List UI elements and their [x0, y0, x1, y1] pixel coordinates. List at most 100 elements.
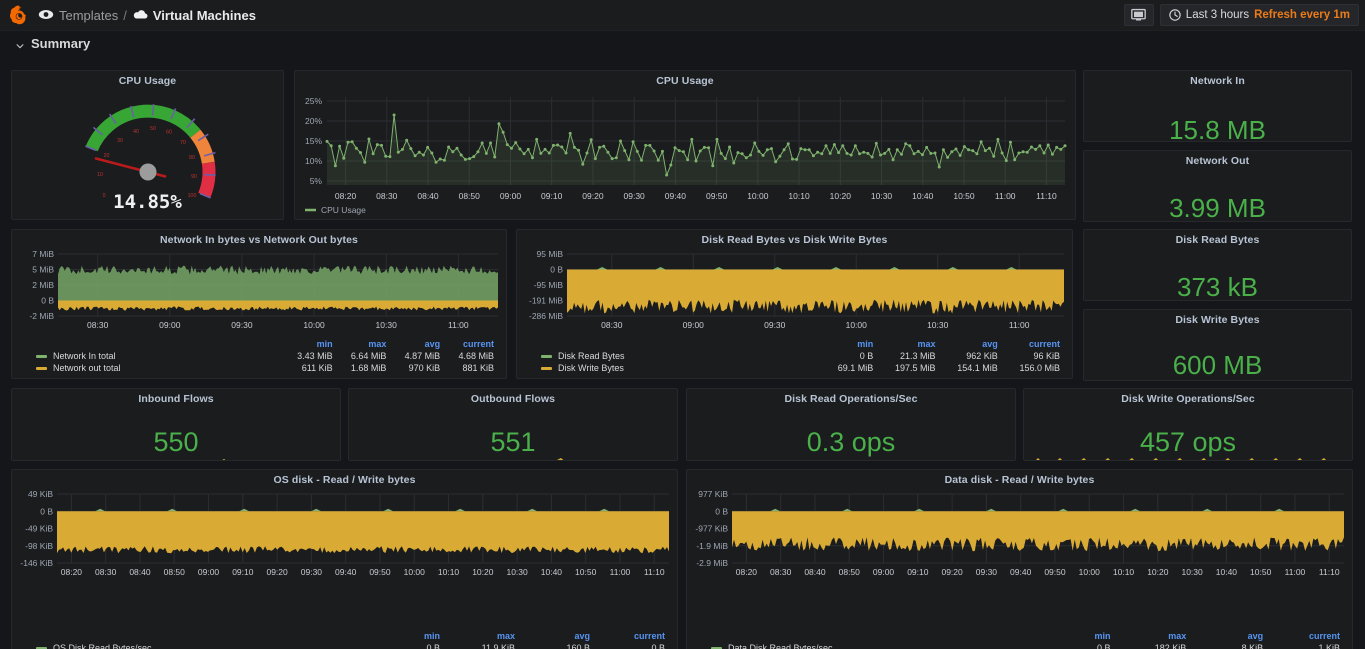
legend-min-value: 0 B [859, 351, 874, 361]
svg-text:20%: 20% [305, 116, 322, 126]
legend-color-swatch [541, 367, 552, 371]
legend-row[interactable]: OS Disk Read Bytes/sec 0 B 11.9 KiB 160 B 0 … [20, 642, 669, 649]
svg-text:09:30: 09:30 [624, 191, 646, 201]
legend-header-max[interactable]: max [1115, 630, 1191, 642]
svg-text:-191 MiB: -191 MiB [529, 296, 563, 306]
panel-disk-write-ops[interactable]: Disk Write Operations/Sec 457 ops [1023, 388, 1353, 461]
legend-row[interactable]: Disk Write Bytes 69.1 MiB 197.5 MiB 154.1 M… [525, 362, 1064, 374]
svg-text:08:30: 08:30 [87, 320, 109, 330]
panel-outbound-flows[interactable]: Outbound Flows 551 [348, 388, 678, 461]
panel-title: Network In [1190, 75, 1245, 87]
legend-header-max[interactable]: max [444, 630, 519, 642]
monitor-icon[interactable] [1123, 4, 1154, 26]
panel-network-in-vs-out[interactable]: Network In bytes vs Network Out bytes 7 … [11, 229, 507, 379]
legend-header-current[interactable]: current [1002, 338, 1064, 350]
legend-min-value: 611 KiB [301, 363, 333, 373]
legend-header-current[interactable]: current [444, 338, 498, 350]
legend-header-min[interactable]: min [377, 630, 444, 642]
panel-os-disk[interactable]: OS disk - Read / Write bytes 49 KiB 0 B -4… [11, 469, 678, 649]
svg-text:-977 KiB: -977 KiB [695, 524, 728, 534]
legend-row[interactable]: Disk Read Bytes 0 B 21.3 MiB 962 KiB 96 KiB [525, 350, 1064, 362]
panel-data-disk[interactable]: Data disk - Read / Write bytes 977 KiB 0 … [686, 469, 1353, 649]
svg-text:10:40: 10:40 [541, 567, 563, 577]
svg-text:20: 20 [103, 153, 109, 159]
legend-series-name[interactable]: Disk Write Bytes [525, 362, 821, 374]
legend-header-current[interactable]: current [594, 630, 669, 642]
grafana-logo-icon[interactable] [8, 4, 30, 26]
svg-text:08:40: 08:40 [417, 191, 439, 201]
panel-disk-read-ops[interactable]: Disk Read Operations/Sec 0.3 ops [686, 388, 1016, 461]
svg-text:50: 50 [150, 126, 156, 132]
svg-text:08:30: 08:30 [376, 191, 398, 201]
panel-title: Disk Write Operations/Sec [1121, 393, 1255, 405]
svg-text:10:50: 10:50 [575, 567, 597, 577]
svg-text:10:40: 10:40 [1216, 567, 1238, 577]
svg-text:08:50: 08:50 [459, 191, 481, 201]
svg-text:08:30: 08:30 [770, 567, 792, 577]
panel-title: OS disk - Read / Write bytes [273, 474, 416, 486]
panel-disk-read-bytes-stat[interactable]: Disk Read Bytes 373 kB [1083, 229, 1352, 301]
svg-text:100: 100 [187, 193, 196, 199]
legend-header-min[interactable]: min [283, 338, 337, 350]
legend-header-max[interactable]: max [337, 338, 391, 350]
svg-text:10:30: 10:30 [506, 567, 528, 577]
panel-inbound-flows[interactable]: Inbound Flows 550 [11, 388, 341, 461]
panel-title: CPU Usage [656, 75, 714, 87]
legend-header-min[interactable]: min [821, 338, 877, 350]
panel-cpu-usage-timeseries[interactable]: CPU Usage 25% 20% 15% 10% 5% 08:20 08:30 08:40 0… [294, 70, 1076, 220]
svg-text:09:10: 09:10 [541, 191, 563, 201]
svg-text:-286 MiB: -286 MiB [529, 311, 563, 321]
legend-series-name[interactable]: Data Disk Read Bytes/sec [695, 642, 1052, 649]
legend-header-spacer [20, 338, 283, 350]
svg-text:08:30: 08:30 [95, 567, 117, 577]
svg-text:0 B: 0 B [40, 506, 53, 516]
chart-area: 49 KiB 0 B -49 KiB -98 KiB -146 KiB 08:20 08:3… [12, 486, 677, 649]
legend-header-min[interactable]: min [1052, 630, 1115, 642]
svg-text:09:20: 09:20 [582, 191, 604, 201]
legend-min-value: 0 B [1097, 643, 1111, 649]
clock-icon [1169, 9, 1181, 21]
panel-network-in-stat[interactable]: Network In 15.8 MB [1083, 70, 1352, 142]
legend-row[interactable]: Network out total 611 KiB 1.68 MiB 970 KiB 8… [20, 362, 498, 374]
legend-series-name[interactable]: OS Disk Read Bytes/sec [20, 642, 377, 649]
svg-text:09:00: 09:00 [873, 567, 895, 577]
row-header-summary[interactable]: Summary [0, 31, 1365, 56]
panel-network-out-stat[interactable]: Network Out 3.99 MB [1083, 150, 1352, 222]
topnav-actions: Last 3 hours Refresh every 1m [1123, 4, 1359, 26]
legend-header-avg[interactable]: avg [940, 338, 1002, 350]
legend-min-value: 3.43 MiB [297, 351, 333, 361]
legend-header-spacer [695, 630, 1052, 642]
svg-text:09:10: 09:10 [907, 567, 929, 577]
svg-text:08:40: 08:40 [129, 567, 151, 577]
sparkline-network-out [1084, 215, 1352, 222]
legend-color-swatch [541, 355, 552, 359]
legend-series-name[interactable]: Network In total [20, 350, 283, 362]
svg-text:10:00: 10:00 [747, 191, 769, 201]
legend-header-avg[interactable]: avg [1190, 630, 1267, 642]
legend-min-value: 0 B [426, 643, 440, 649]
legend-series-name[interactable]: Disk Read Bytes [525, 350, 821, 362]
legend-network-in-out: min max avg current Network In total 3.43 MiB… [12, 338, 506, 374]
panel-cpu-usage-gauge[interactable]: CPU Usage 0 10 20 30 40 50 60 70 80 90 1… [11, 70, 284, 220]
svg-text:0 B: 0 B [715, 506, 728, 516]
legend-header-avg[interactable]: avg [519, 630, 594, 642]
panel-disk-read-vs-write[interactable]: Disk Read Bytes vs Disk Write Bytes 95 M… [516, 229, 1073, 379]
svg-text:0 B: 0 B [550, 265, 563, 275]
svg-text:10:50: 10:50 [953, 191, 975, 201]
legend-header-current[interactable]: current [1267, 630, 1344, 642]
legend-table: min max avg current Disk Read Bytes 0 B 21.3 M… [525, 338, 1064, 374]
legend-header-row: min max avg current [525, 338, 1064, 350]
svg-text:11:00: 11:00 [1009, 320, 1030, 330]
legend-header-avg[interactable]: avg [390, 338, 444, 350]
svg-text:09:30: 09:30 [301, 567, 323, 577]
legend-row[interactable]: Data Disk Read Bytes/sec 0 B 182 KiB 8 KiB 1… [695, 642, 1344, 649]
breadcrumb-parent-link[interactable]: Templates [59, 8, 118, 23]
legend-header-max[interactable]: max [877, 338, 939, 350]
legend-series-name[interactable]: Network out total [20, 362, 283, 374]
time-range-picker[interactable]: Last 3 hours Refresh every 1m [1159, 4, 1359, 26]
svg-text:10:40: 10:40 [912, 191, 934, 201]
svg-text:09:10: 09:10 [232, 567, 254, 577]
panel-disk-write-bytes-stat[interactable]: Disk Write Bytes 600 MB [1083, 309, 1352, 381]
panel-title: Network In bytes vs Network Out bytes [159, 234, 358, 246]
legend-row[interactable]: Network In total 3.43 MiB 6.64 MiB 4.87 MiB… [20, 350, 498, 362]
